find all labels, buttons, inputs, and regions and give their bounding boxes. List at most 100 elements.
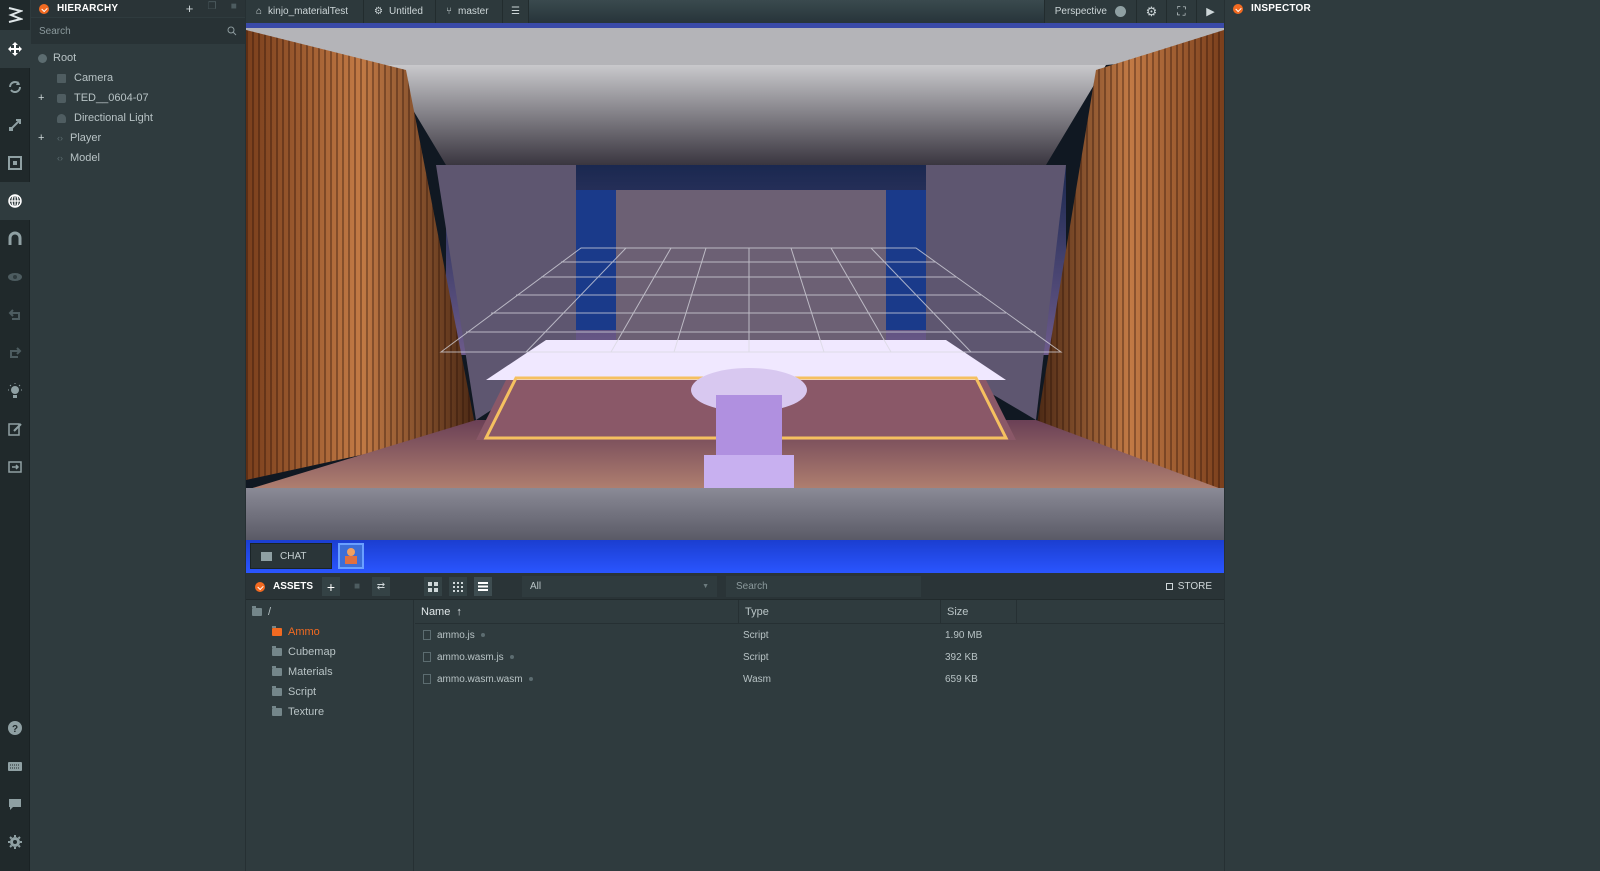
expand-icon[interactable]: +: [38, 132, 44, 144]
scale-icon[interactable]: [0, 106, 30, 144]
folder-root[interactable]: /: [246, 602, 413, 622]
rotate-icon[interactable]: [0, 68, 30, 106]
file-size: 659 KB: [945, 673, 978, 685]
expand-icon[interactable]: +: [38, 92, 44, 104]
status-dot-icon: [480, 633, 485, 637]
grid-large-icon[interactable]: [424, 577, 442, 596]
column-size[interactable]: Size: [941, 599, 1017, 624]
tree-item-ted[interactable]: + TED__0604-07: [31, 88, 245, 108]
column-name-label: Name: [421, 605, 451, 618]
folder-texture[interactable]: Texture: [246, 702, 413, 722]
chat-bar: CHAT: [246, 540, 1224, 573]
collapse-icon[interactable]: [39, 3, 49, 14]
table-row[interactable]: ammo.wasm.js Script 392 KB: [415, 646, 1224, 668]
file-size: 1.90 MB: [945, 629, 983, 641]
store-button[interactable]: STORE: [1159, 576, 1218, 597]
chat-button[interactable]: CHAT: [250, 543, 332, 569]
entity-icon: [38, 53, 47, 63]
grid-small-icon[interactable]: [449, 577, 467, 596]
logo-icon[interactable]: [0, 0, 30, 30]
tree-item-label: Camera: [74, 72, 114, 84]
hierarchy-tree: Root Camera + TED__0604-07 Directional L…: [31, 44, 245, 168]
delete-icon[interactable]: ■: [348, 577, 366, 596]
model-icon: [57, 93, 66, 103]
tree-item-root[interactable]: Root: [31, 48, 245, 68]
column-name[interactable]: Name ↑: [415, 599, 739, 624]
tree-item-label: Model: [70, 152, 100, 164]
avatar[interactable]: [338, 543, 364, 569]
viewport-toolbar: ⌂ kinjo_materialTest ⚙ Untitled ⑂ master…: [246, 0, 1224, 23]
collapse-icon[interactable]: [1233, 3, 1243, 14]
column-size-label: Size: [947, 605, 969, 618]
asset-filter-select[interactable]: All ▼: [522, 576, 717, 597]
file-type: Wasm: [743, 673, 771, 685]
folder-cubemap[interactable]: Cubemap: [246, 642, 413, 662]
gear-icon: ⚙: [374, 6, 383, 17]
add-entity-icon[interactable]: +: [186, 1, 194, 16]
refresh-icon[interactable]: ⇄: [372, 577, 390, 596]
collapse-icon[interactable]: [255, 581, 265, 592]
hierarchy-search[interactable]: Search: [31, 18, 245, 44]
branch-tab[interactable]: ⑂ master: [436, 0, 503, 23]
chat-icon[interactable]: [0, 785, 30, 823]
hierarchy-search-input[interactable]: Search: [39, 26, 71, 37]
table-row[interactable]: ammo.js Script 1.90 MB: [415, 624, 1224, 646]
delete-icon[interactable]: ■: [231, 1, 237, 16]
camera-dropdown[interactable]: Perspective: [1043, 0, 1136, 23]
file-icon: [423, 652, 431, 662]
folder-icon: [272, 626, 282, 636]
edit-icon[interactable]: [0, 410, 30, 448]
sort-arrow-icon: ↑: [456, 605, 462, 618]
duplicate-icon[interactable]: ❐: [208, 1, 217, 16]
settings-icon[interactable]: [0, 823, 30, 861]
world-icon[interactable]: [0, 182, 30, 220]
keyboard-icon[interactable]: [0, 747, 30, 785]
table-row[interactable]: ammo.wasm.wasm Wasm 659 KB: [415, 668, 1224, 690]
file-type: Script: [743, 651, 769, 663]
menu-icon[interactable]: ☰: [503, 0, 529, 23]
tree-item-label: Root: [53, 52, 77, 64]
move-icon[interactable]: [0, 30, 30, 68]
tree-item-model[interactable]: ‹› Model: [31, 148, 245, 168]
project-tab[interactable]: ⌂ kinjo_materialTest: [246, 0, 364, 23]
magnet-icon[interactable]: [0, 220, 30, 258]
store-icon: [1165, 583, 1173, 590]
tree-item-label: Player: [70, 132, 102, 144]
column-type-label: Type: [745, 605, 769, 618]
tree-item-label: TED__0604-07: [74, 92, 149, 104]
tree-item-directional-light[interactable]: Directional Light: [31, 108, 245, 128]
search-placeholder: Search: [736, 581, 768, 592]
scene-tab[interactable]: ⚙ Untitled: [364, 0, 436, 23]
settings-icon[interactable]: ⚙: [1136, 0, 1166, 23]
folder-label: Texture: [288, 706, 325, 718]
inspector-header: INSPECTOR: [1225, 0, 1600, 17]
list-view-icon[interactable]: [474, 577, 492, 596]
tree-item-player[interactable]: + ‹› Player: [31, 128, 245, 148]
folder-ammo[interactable]: Ammo: [246, 622, 413, 642]
asset-search-input[interactable]: Search: [726, 576, 921, 597]
home-icon: ⌂: [256, 6, 263, 17]
folder-script[interactable]: Script: [246, 682, 413, 702]
tree-item-camera[interactable]: Camera: [31, 68, 245, 88]
undo-icon[interactable]: [0, 296, 30, 334]
light-icon[interactable]: [0, 372, 30, 410]
branch-icon: ⑂: [446, 6, 452, 17]
file-icon: [423, 674, 431, 684]
table-header: Name ↑ Type Size: [415, 599, 1224, 624]
fullscreen-icon[interactable]: ⛶: [1166, 0, 1196, 23]
store-label: STORE: [1177, 581, 1212, 592]
column-type[interactable]: Type: [739, 599, 941, 624]
hierarchy-header: HIERARCHY + ❐ ■: [31, 0, 245, 17]
folder-label: Cubemap: [288, 646, 336, 658]
eye-icon[interactable]: [0, 258, 30, 296]
play-icon[interactable]: ▶: [1196, 0, 1224, 23]
resize-icon[interactable]: [0, 144, 30, 182]
add-asset-button[interactable]: +: [322, 577, 340, 596]
folder-materials[interactable]: Materials: [246, 662, 413, 682]
folder-icon: [272, 686, 282, 696]
publish-icon[interactable]: [0, 448, 30, 486]
scene-viewport[interactable]: [246, 0, 1224, 573]
redo-icon[interactable]: [0, 334, 30, 372]
scene-name: Untitled: [388, 6, 423, 17]
help-icon[interactable]: ?: [0, 709, 30, 747]
